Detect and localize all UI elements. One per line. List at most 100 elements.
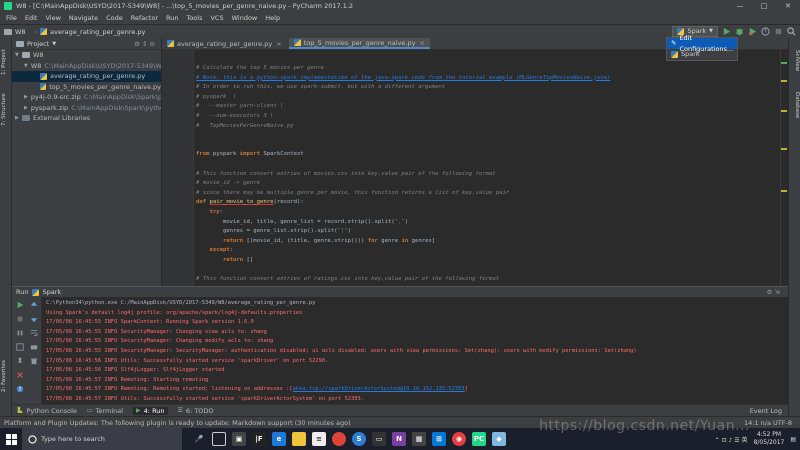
code-line[interactable]: # --num-executors 3 \ [196,112,780,122]
pycharm-icon[interactable]: PC [472,432,486,446]
code-line[interactable]: # pyspark \ [196,93,780,103]
code-line[interactable]: # This function convert entries of ratin… [196,275,780,285]
pause-icon[interactable] [16,329,24,337]
code-line[interactable]: # since there may be multiple genre per … [196,189,780,199]
edge-icon[interactable]: e [272,432,286,446]
search-everywhere-icon[interactable] [787,26,796,36]
code-line[interactable] [196,141,780,151]
close-tab-icon[interactable]: × [419,39,424,47]
tray-icons[interactable]: ⌃ ⊡ ♪ ☰ 英 [715,435,748,444]
tree-item[interactable]: top_5_movies_per_genre_naive.py [12,82,161,93]
code-line[interactable]: # Note: this is a python-spark implement… [196,74,780,84]
jetbrains-icon[interactable]: |F [252,432,266,446]
panel-settings-icon[interactable]: ⚙ ⇕ ⊖ [134,40,155,48]
code-line[interactable] [196,265,780,275]
run-console-output[interactable]: C:\Python34\python.exe C:/MainAppDisk/US… [46,299,784,405]
code-line[interactable]: return [(movie_id, (title, genre.strip()… [196,237,780,247]
close-tab-icon[interactable]: × [276,40,281,48]
code-line[interactable]: from pyspark import SparkContext [196,150,780,160]
code-line[interactable]: genres = genre_list.strip().split("|") [196,227,780,237]
stop-icon[interactable] [16,315,24,323]
breadcrumb-project[interactable]: W8 [4,28,26,36]
code-line[interactable] [196,160,780,170]
app-icon[interactable]: ◆ [492,432,506,446]
line-gutter[interactable] [162,50,194,286]
code-line[interactable]: except: [196,246,780,256]
code-line[interactable]: return [] [196,256,780,266]
warning-marker[interactable] [781,190,787,192]
warning-marker[interactable] [781,110,787,112]
scroll-up-icon[interactable] [30,301,38,309]
warning-marker[interactable] [781,80,787,82]
code-line[interactable]: def pair_movie_to_genre(record): [196,198,780,208]
tree-item[interactable]: ▶ External Libraries [12,113,161,124]
event-log-tab[interactable]: Event Log [750,407,782,415]
soft-wrap-icon[interactable] [30,329,38,337]
trash-icon[interactable] [30,357,38,365]
tree-item[interactable]: average_rating_per_genre.py [12,71,161,82]
bottom-tab[interactable]: ▭ Terminal [87,407,123,415]
editor-tab[interactable]: average_rating_per_genre.py × [162,38,287,49]
panel-settings-icon[interactable]: ⚙ ⇲ [767,288,780,296]
status-position[interactable]: 14:1 n/a UTF-8 [744,419,792,427]
project-tool-tab[interactable]: 1: Project [1,42,11,82]
structure-tool-tab[interactable]: 7: Structure [1,88,11,132]
menu-edit[interactable]: Edit [21,14,42,22]
code-line[interactable]: # In order to run this, we use spark-sub… [196,83,780,93]
menu-refactor[interactable]: Refactor [127,14,162,22]
code-line[interactable]: # This function convert entries of movie… [196,170,780,180]
stop-icon[interactable] [774,27,783,36]
expand-arrow-icon[interactable]: ▶ [15,115,22,121]
print-icon[interactable] [30,343,38,351]
code-area[interactable]: # Calculate the top 5 movies per genre # … [196,64,780,286]
taskbar-search-input[interactable]: Type here to search [22,428,182,450]
minimize-button[interactable]: — [728,0,752,12]
notification-icon[interactable]: ▤ [790,436,796,443]
pin-icon[interactable] [16,357,24,365]
bottom-tab[interactable]: 🐍 Python Console [16,407,77,415]
menu-file[interactable]: File [2,14,21,22]
profile-icon[interactable] [761,26,770,36]
bottom-tab[interactable]: ☰ 6: TODO [178,407,214,415]
file-explorer-icon[interactable] [292,432,306,446]
notepad-icon[interactable]: ≡ [312,432,326,446]
app-icon[interactable]: ⊞ [432,432,446,446]
netease-icon[interactable]: ◉ [452,432,466,446]
breadcrumb-file[interactable]: average_rating_per_genre.py [40,28,145,36]
editor-error-stripe[interactable] [780,50,788,286]
code-line[interactable]: # TopMoviesPerGenreNaive.py [196,122,780,132]
layout-icon[interactable] [16,343,24,351]
maximize-button[interactable]: □ [752,0,776,12]
onenote-icon[interactable]: N [392,432,406,446]
code-line[interactable] [196,131,780,141]
expand-arrow-icon[interactable]: ▶ [24,94,28,100]
help-icon[interactable]: ? [16,385,24,393]
code-line[interactable]: # movie_id -> genre [196,179,780,189]
code-line[interactable]: try: [196,208,780,218]
calendar-icon[interactable]: ▦ [412,432,426,446]
tree-item[interactable]: ▶ py4j-0.9-src.zip C:\MainAppDisk\Spark\py [12,92,161,103]
close-icon[interactable] [16,371,24,379]
app-icon[interactable]: S [352,432,366,446]
expand-arrow-icon[interactable]: ▶ [24,105,28,111]
database-tool-tab[interactable]: Database [790,86,800,124]
menu-tools[interactable]: Tools [182,14,206,22]
bottom-tab[interactable]: ▶ 4: Run [133,406,168,415]
menu-view[interactable]: View [41,14,64,22]
clock[interactable]: 4:52 PM 8/05/2017 [754,431,785,447]
menu-run[interactable]: Run [162,14,182,22]
menu-window[interactable]: Window [228,14,262,22]
sciview-tool-tab[interactable]: SciView [790,42,800,80]
code-line[interactable]: # Calculate the top 5 movies per genre [196,64,780,74]
tree-item[interactable]: ▼ W8 [12,50,161,61]
chrome-icon[interactable] [332,432,346,446]
edit-configurations-item[interactable]: ✎ Edit Configurations... [667,34,737,53]
editor-tab[interactable]: top_5_movies_per_genre_naive.py × [288,38,430,49]
start-button[interactable] [0,428,22,450]
tree-item[interactable]: ▶ pyspark.zip C:\MainAppDisk\Spark\pytho [12,103,161,114]
rerun-icon[interactable] [16,301,24,309]
status-message[interactable]: Platform and Plugin Updates: The followi… [4,419,351,427]
close-button[interactable]: ✕ [776,0,800,12]
menu-code[interactable]: Code [102,14,127,22]
expand-arrow-icon[interactable]: ▼ [15,52,22,58]
